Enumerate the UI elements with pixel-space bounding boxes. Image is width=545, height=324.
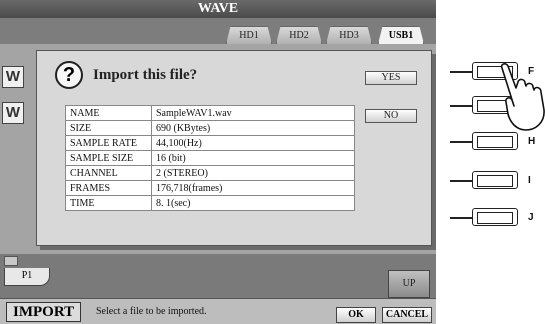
file-info-table: NAME SampleWAV1.wav SIZE 690 (KBytes) SA… [65, 105, 355, 211]
status-message: Select a file to be imported. [96, 306, 207, 317]
row-key: SIZE [65, 120, 152, 136]
side-button-label: I [528, 175, 531, 186]
dialog-title: Import this file? [93, 67, 198, 83]
button-leader-line [450, 217, 472, 219]
row-key: FRAMES [65, 180, 152, 196]
row-value: 2 (STEREO) [151, 165, 355, 181]
yes-button[interactable]: YES [365, 71, 417, 85]
pointing-hand-icon [500, 63, 545, 131]
status-bar: IMPORT Select a file to be imported. OK … [0, 298, 436, 324]
button-leader-line [450, 141, 472, 143]
page-bar: P1 UP [0, 254, 436, 298]
tab-hd1[interactable]: HD1 [226, 26, 272, 44]
side-button-i[interactable] [472, 171, 518, 189]
tab-hd3[interactable]: HD3 [326, 26, 372, 44]
row-value: 8. 1(sec) [151, 195, 355, 211]
table-row: CHANNEL 2 (STEREO) [65, 165, 355, 181]
tab-usb1[interactable]: USB1 [378, 26, 424, 44]
question-icon: ? [55, 61, 83, 89]
row-value: 690 (KBytes) [151, 120, 355, 136]
drive-tab-bar: HD1 HD2 HD3 USB1 [0, 18, 436, 44]
button-leader-line [450, 105, 472, 107]
page-tab-p1[interactable]: P1 [4, 268, 50, 286]
table-row: TIME 8. 1(sec) [65, 195, 355, 211]
table-row: SAMPLE SIZE 16 (bit) [65, 150, 355, 166]
row-value: SampleWAV1.wav [151, 105, 355, 121]
row-value: 176,718(frames) [151, 180, 355, 196]
row-key: SAMPLE SIZE [65, 150, 152, 166]
import-dialog: ? Import this file? YES NO NAME SampleWA… [36, 50, 432, 246]
row-key: NAME [65, 105, 152, 121]
side-button-j[interactable] [472, 208, 518, 226]
side-button-label: J [528, 212, 534, 223]
side-button-label: H [528, 136, 536, 147]
row-key: TIME [65, 195, 152, 211]
row-value: 16 (bit) [151, 150, 355, 166]
button-leader-line [450, 71, 472, 73]
scroll-handle[interactable] [4, 256, 18, 266]
table-row: SIZE 690 (KBytes) [65, 120, 355, 136]
wave-file-icon[interactable]: W [2, 66, 24, 88]
mode-label: IMPORT [6, 302, 82, 322]
no-button[interactable]: NO [365, 109, 417, 123]
row-key: SAMPLE RATE [65, 135, 152, 151]
table-row: NAME SampleWAV1.wav [65, 105, 355, 121]
tab-hd2[interactable]: HD2 [276, 26, 322, 44]
window-title: WAVE [0, 0, 436, 18]
cancel-button[interactable]: CANCEL [382, 307, 432, 323]
side-button-h[interactable] [472, 132, 518, 150]
button-leader-line [450, 180, 472, 182]
table-row: FRAMES 176,718(frames) [65, 180, 355, 196]
row-value: 44,100(Hz) [151, 135, 355, 151]
ok-button[interactable]: OK [336, 307, 376, 323]
table-row: SAMPLE RATE 44,100(Hz) [65, 135, 355, 151]
lcd-screen: WAVE HD1 HD2 HD3 USB1 W W ? Import this … [0, 0, 436, 324]
wave-file-icon[interactable]: W [2, 102, 24, 124]
up-button[interactable]: UP [388, 270, 430, 298]
row-key: CHANNEL [65, 165, 152, 181]
